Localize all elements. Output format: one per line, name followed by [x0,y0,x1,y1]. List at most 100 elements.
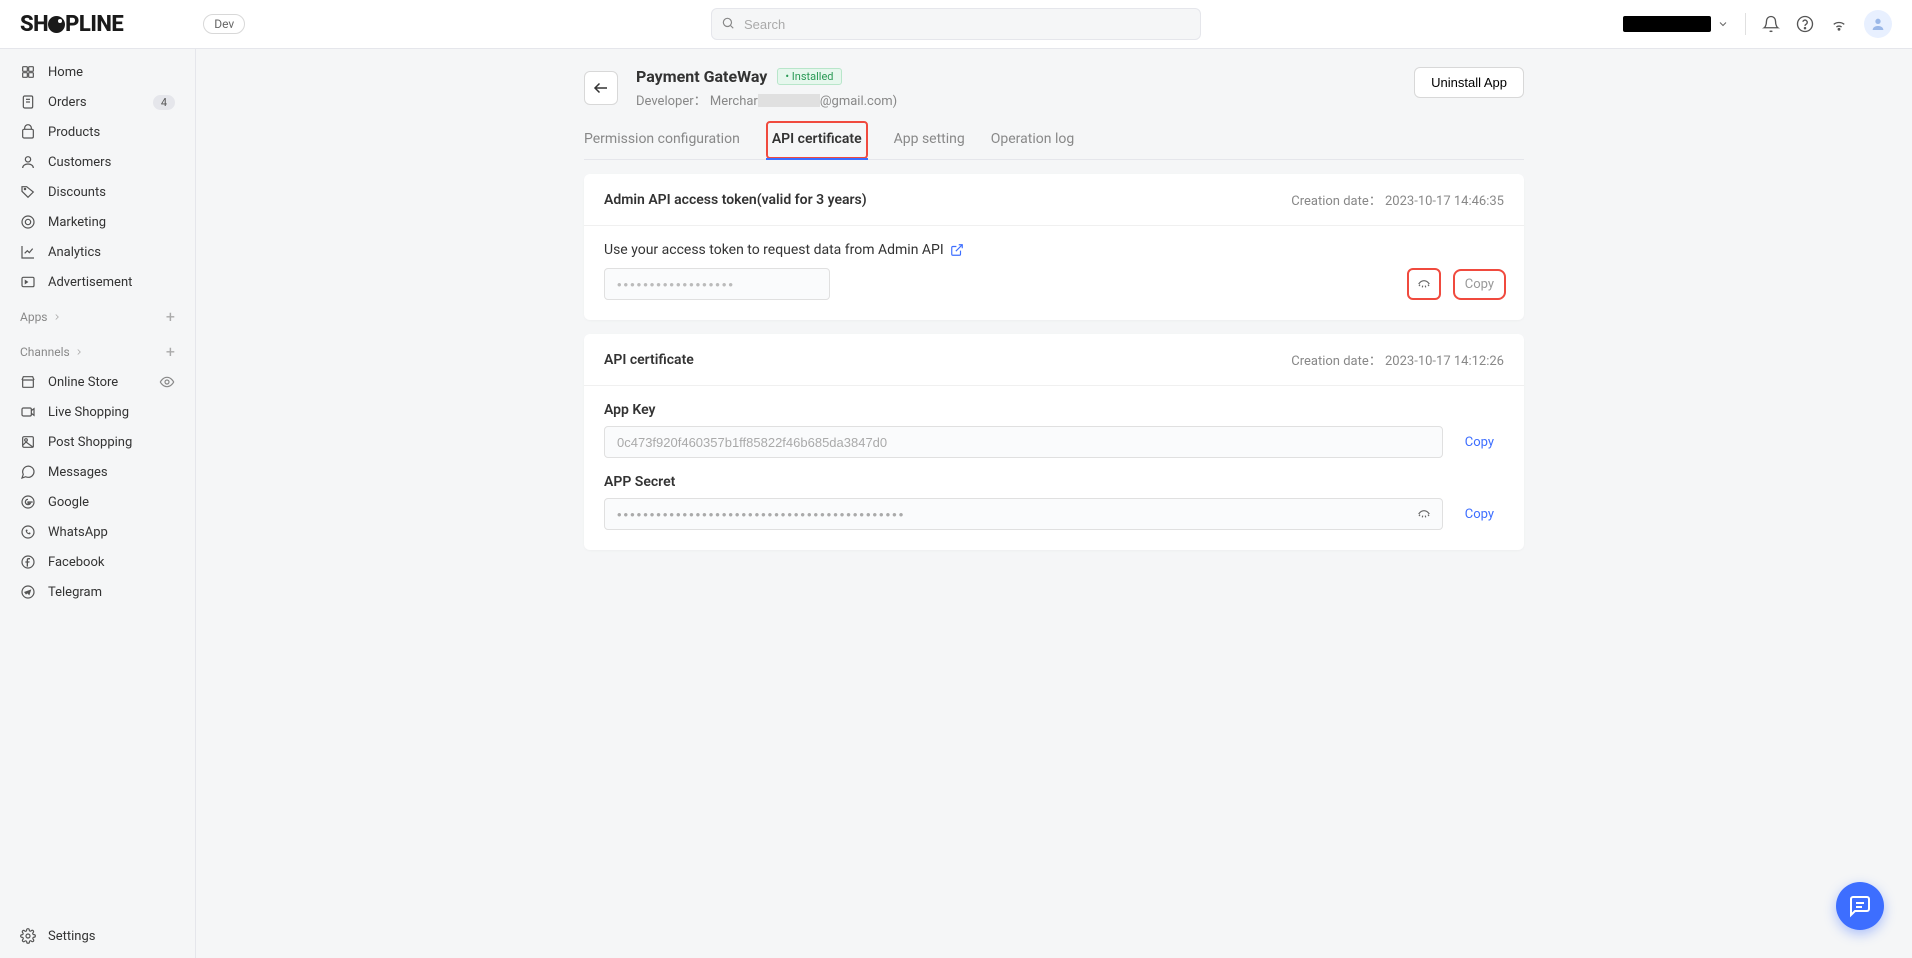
tabs: Permission configuration API certificate… [584,121,1524,160]
search-icon [721,16,735,30]
reveal-token-button[interactable] [1409,270,1439,298]
sidebar-item-online-store[interactable]: Online Store [0,367,195,397]
uninstall-button[interactable]: Uninstall App [1414,67,1524,98]
token-section-title: Admin API access token(valid for 3 years… [604,192,867,208]
access-token-input[interactable] [604,268,830,300]
chat-icon [1848,894,1872,918]
sidebar-item-customers[interactable]: Customers [0,147,195,177]
copy-token-button[interactable]: Copy [1455,271,1504,298]
account-menu[interactable] [1623,16,1729,32]
page-title: Payment GateWay [636,67,767,86]
sidebar-label: Customers [48,155,111,170]
sidebar-label: Products [48,125,100,140]
page-header: Payment GateWay • Installed Developer： M… [584,67,1524,109]
external-link-icon[interactable] [950,243,964,257]
sidebar-label: Post Shopping [48,435,132,450]
chat-fab[interactable] [1836,882,1884,930]
apps-header-label: Apps [20,310,48,324]
card-api-certificate: API certificate Creation date： 2023-10-1… [584,334,1524,550]
discounts-icon [20,184,36,200]
advertisement-icon [20,274,36,290]
developer-label: Developer： [636,94,707,109]
sidebar-label: WhatsApp [48,525,108,540]
eye-closed-icon [1416,276,1432,292]
tab-operation-log[interactable]: Operation log [991,121,1074,159]
app-secret-input[interactable] [604,498,1443,530]
copy-app-secret-button[interactable]: Copy [1455,501,1504,528]
sidebar-item-whatsapp[interactable]: WhatsApp [0,517,195,547]
sidebar-item-telegram[interactable]: Telegram [0,577,195,607]
sidebar-item-settings[interactable]: Settings [0,921,195,958]
developer-suffix: @gmail.com) [820,94,897,109]
sidebar-item-advertisement[interactable]: Advertisement [0,267,195,297]
arrow-left-icon [592,79,610,97]
sidebar-label: Orders [48,95,87,110]
google-icon [20,494,36,510]
online-store-icon [20,374,36,390]
post-shopping-icon [20,434,36,450]
products-icon [20,124,36,140]
sidebar-apps-header[interactable]: Apps + [0,297,195,332]
search-input[interactable] [711,8,1201,40]
developer-redacted [758,94,820,107]
sidebar-item-live-shopping[interactable]: Live Shopping [0,397,195,427]
sidebar-label: Advertisement [48,275,132,290]
sidebar-label: Telegram [48,585,102,600]
reveal-secret-button[interactable] [1413,503,1435,525]
installed-badge: • Installed [777,68,841,85]
sidebar-item-discounts[interactable]: Discounts [0,177,195,207]
sidebar-item-post-shopping[interactable]: Post Shopping [0,427,195,457]
sidebar-item-marketing[interactable]: Marketing [0,207,195,237]
logo[interactable]: SHPLINE [20,12,123,37]
chevron-down-icon [1717,18,1729,30]
whatsapp-icon [20,524,36,540]
sidebar: Home Orders 4 Products Customers Discoun… [0,49,196,958]
eye-closed-icon [1416,506,1432,522]
eye-icon[interactable] [159,374,175,390]
avatar[interactable] [1864,10,1892,38]
analytics-icon [20,244,36,260]
sidebar-channels-header[interactable]: Channels + [0,332,195,367]
copy-app-key-button[interactable]: Copy [1455,429,1504,456]
token-creation-date: Creation date： 2023-10-17 14:46:35 [1291,190,1504,209]
sidebar-item-facebook[interactable]: Facebook [0,547,195,577]
dev-badge: Dev [203,14,245,34]
tab-app-setting[interactable]: App setting [894,121,965,159]
divider [1745,13,1746,35]
customers-icon [20,154,36,170]
bell-icon[interactable] [1762,15,1780,33]
sidebar-label: Facebook [48,555,104,570]
sidebar-item-home[interactable]: Home [0,57,195,87]
main-content: Payment GateWay • Installed Developer： M… [196,49,1912,958]
tab-permission-configuration[interactable]: Permission configuration [584,121,740,159]
facebook-icon [20,554,36,570]
token-instruction: Use your access token to request data fr… [604,242,1504,258]
wifi-icon[interactable] [1830,15,1848,33]
channels-header-label: Channels [20,345,70,359]
app-key-input[interactable] [604,426,1443,458]
add-app-icon[interactable]: + [166,307,175,326]
sidebar-item-messages[interactable]: Messages [0,457,195,487]
gear-icon [20,928,36,944]
app-key-label: App Key [604,402,1504,418]
tab-api-certificate[interactable]: API certificate [766,121,868,159]
developer-line: Developer： Merchar @gmail.com) [636,90,1396,109]
sidebar-label: Home [48,65,83,80]
sidebar-item-orders[interactable]: Orders 4 [0,87,195,117]
sidebar-label: Google [48,495,89,510]
sidebar-item-analytics[interactable]: Analytics [0,237,195,267]
help-icon[interactable] [1796,15,1814,33]
sidebar-item-google[interactable]: Google [0,487,195,517]
app-secret-label: APP Secret [604,474,1504,490]
telegram-icon [20,584,36,600]
sidebar-item-products[interactable]: Products [0,117,195,147]
sidebar-label: Discounts [48,185,106,200]
sidebar-label: Analytics [48,245,101,260]
sidebar-label: Online Store [48,375,118,390]
marketing-icon [20,214,36,230]
messages-icon [20,464,36,480]
home-icon [20,64,36,80]
developer-prefix: Merchar [710,94,758,109]
add-channel-icon[interactable]: + [166,342,175,361]
back-button[interactable] [584,71,618,105]
